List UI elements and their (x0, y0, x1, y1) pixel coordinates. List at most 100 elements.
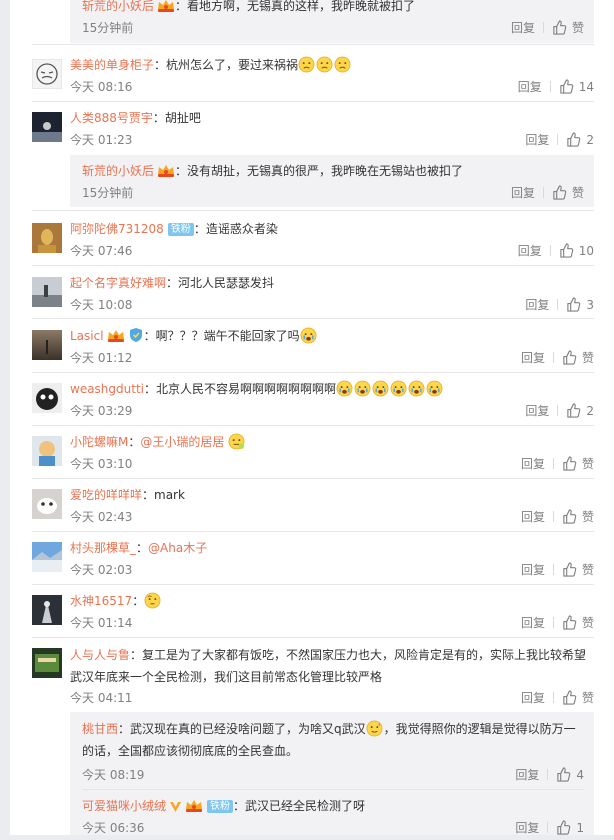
like-count[interactable]: 赞 (582, 457, 594, 471)
divider (32, 101, 594, 102)
reply-button[interactable]: 回复 (515, 766, 539, 784)
timestamp: 15分钟前 (82, 186, 134, 200)
comment-item: 小陀螺嘛M：@王小瑞的居居 今天 03:10 回复 赞 (10, 432, 614, 476)
thinking-emoji-icon (144, 592, 161, 609)
comment-text: ： (132, 594, 145, 608)
divider (32, 265, 594, 266)
username[interactable]: 小陀螺嘛M (70, 435, 128, 449)
username[interactable]: 阿弥陀佛731208 (70, 222, 164, 236)
like-count[interactable]: 2 (586, 404, 594, 418)
comment-text: ：胡扯吧 (152, 111, 201, 125)
like-icon[interactable] (562, 690, 577, 710)
reply-button[interactable]: 回复 (511, 19, 535, 37)
like-icon[interactable] (559, 243, 574, 263)
fan-badge: 铁粉 (167, 223, 194, 236)
like-count[interactable]: 赞 (582, 616, 594, 630)
like-count[interactable]: 4 (576, 768, 584, 782)
divider (32, 372, 594, 373)
reply-button[interactable]: 回复 (521, 508, 545, 526)
avatar[interactable] (32, 436, 62, 466)
reply-button[interactable]: 回复 (525, 131, 549, 149)
crying-emoji-icon (336, 380, 353, 397)
timestamp: 今天 07:46 (70, 244, 133, 258)
username[interactable]: 斩荒的小妖后 (82, 0, 154, 13)
reply-button[interactable]: 回复 (525, 296, 549, 314)
like-icon[interactable] (556, 767, 571, 787)
lemon-emoji-icon (228, 433, 245, 450)
username[interactable]: 桃甘西 (82, 722, 118, 736)
divider (32, 318, 594, 319)
like-count[interactable]: 2 (586, 133, 594, 147)
timestamp: 今天 02:43 (70, 510, 133, 524)
like-count[interactable]: 3 (586, 298, 594, 312)
avatar[interactable] (32, 112, 62, 142)
comment-item: 爱吃的咩咩咩：mark 今天 02:43 回复 赞 (10, 485, 614, 529)
like-count[interactable]: 10 (579, 244, 594, 258)
like-icon[interactable] (556, 820, 571, 840)
like-count[interactable]: 赞 (582, 563, 594, 577)
avatar[interactable] (32, 489, 62, 519)
avatar[interactable] (32, 648, 62, 678)
like-icon[interactable] (562, 562, 577, 582)
like-count[interactable]: 1 (576, 821, 584, 835)
comment-actions: 回复 14 (518, 78, 594, 99)
like-icon[interactable] (566, 132, 581, 152)
like-count[interactable]: 赞 (572, 21, 584, 35)
comment-text: ：看地方啊，无锡真的这样，我昨晚就被扣了 (175, 0, 416, 13)
reply-button[interactable]: 回复 (525, 402, 549, 420)
username[interactable]: 水神16517 (70, 594, 132, 608)
username[interactable]: 爱吃的咩咩咩 (70, 488, 142, 502)
like-count[interactable]: 赞 (582, 691, 594, 705)
reply-button[interactable]: 回复 (515, 819, 539, 837)
crying-emoji-icon (426, 380, 443, 397)
username[interactable]: 人类888号贾宇 (70, 111, 153, 125)
like-icon[interactable] (562, 509, 577, 529)
username[interactable]: 斩荒的小妖后 (82, 164, 154, 178)
reply-button[interactable]: 回复 (521, 455, 545, 473)
like-icon[interactable] (566, 403, 581, 423)
username[interactable]: weashgdutti (70, 382, 144, 396)
divider (552, 352, 554, 363)
avatar[interactable] (32, 223, 62, 253)
avatar[interactable] (32, 277, 62, 307)
username[interactable]: 可爱猫咪小绒绒 (82, 799, 166, 813)
username[interactable]: 美美的单身柜子 (70, 58, 154, 72)
mention-link[interactable]: @Aha木子 (148, 541, 207, 555)
reply-button[interactable]: 回复 (518, 78, 542, 96)
divider (542, 187, 544, 198)
comment-item: weashgdutti：北京人民不容易啊啊啊啊啊啊啊啊 今天 03:29 回复 2 (10, 379, 614, 423)
avatar[interactable] (32, 595, 62, 625)
like-icon[interactable] (562, 615, 577, 635)
reply-button[interactable]: 回复 (518, 242, 542, 260)
like-count[interactable]: 赞 (582, 510, 594, 524)
like-icon[interactable] (566, 297, 581, 317)
avatar[interactable] (32, 383, 62, 413)
like-icon[interactable] (562, 350, 577, 370)
reply-button[interactable]: 回复 (511, 184, 535, 202)
comment-colon: ： (128, 435, 141, 449)
avatar[interactable] (32, 330, 62, 360)
avatar[interactable] (32, 59, 62, 89)
like-icon[interactable] (559, 79, 574, 99)
mention-link[interactable]: @王小瑞的居居 (140, 435, 224, 449)
avatar[interactable] (32, 542, 62, 572)
username[interactable]: 村头那棵草_ (70, 541, 136, 555)
crying-emoji-icon (354, 380, 371, 397)
divider (32, 425, 594, 426)
comment-colon: ： (136, 541, 149, 555)
comment-actions: 回复 赞 (521, 455, 594, 476)
like-icon[interactable] (552, 185, 567, 205)
like-icon[interactable] (562, 456, 577, 476)
username[interactable]: 起个名字真好难啊 (70, 276, 166, 290)
reply-button[interactable]: 回复 (521, 561, 545, 579)
like-icon[interactable] (552, 20, 567, 40)
username[interactable]: Lasicl (70, 329, 104, 343)
reply-button[interactable]: 回复 (521, 614, 545, 632)
username[interactable]: 人与人与鲁 (70, 648, 130, 662)
reply-button[interactable]: 回复 (521, 689, 545, 707)
like-count[interactable]: 赞 (582, 351, 594, 365)
like-count[interactable]: 14 (579, 80, 594, 94)
like-count[interactable]: 赞 (572, 186, 584, 200)
reply-button[interactable]: 回复 (521, 349, 545, 367)
comment-item: Lasicl ：啊？？？端午不能回家了吗 今天 01:12 回复 赞 (10, 326, 614, 370)
